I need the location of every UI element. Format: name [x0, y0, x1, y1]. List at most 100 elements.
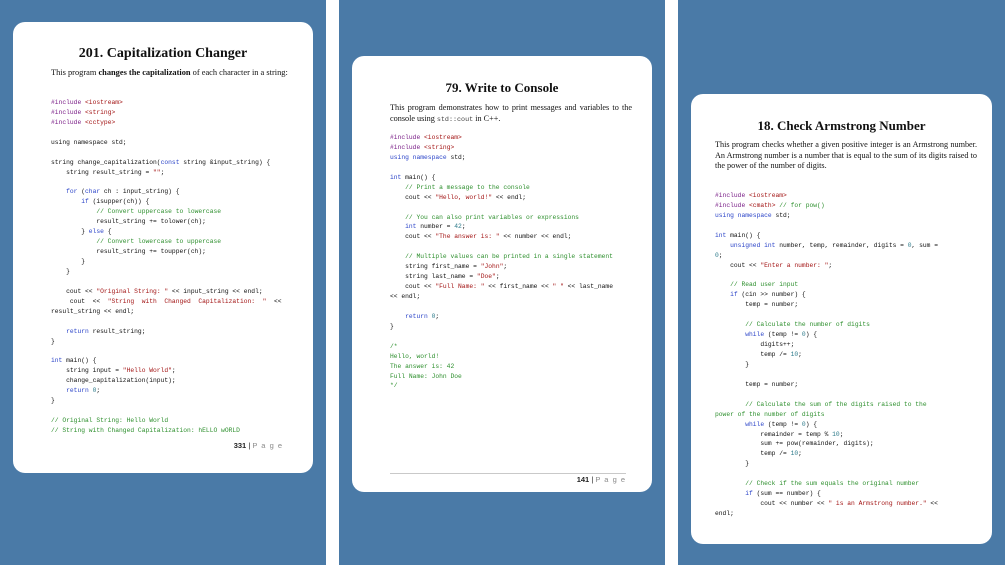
- intro-code: std::cout: [436, 115, 474, 124]
- code-line: // String with Changed Capitalization: h…: [51, 427, 282, 437]
- code-line: // Calculate the sum of the digits raise…: [715, 401, 938, 411]
- page-card-write-console: 79. Write to Console This program demons…: [352, 56, 652, 492]
- code-token: string &input_string) {: [179, 158, 271, 166]
- code-token: temp /=: [715, 351, 791, 358]
- code-line: }: [715, 361, 938, 371]
- code-line: }: [51, 338, 282, 348]
- code-line: }: [390, 323, 613, 333]
- code-line: The answer is: 42: [390, 363, 613, 373]
- code-token: cout <<: [51, 287, 97, 295]
- page-title: 79. Write to Console: [445, 80, 559, 95]
- code-token: <string>: [85, 108, 116, 116]
- code-token: ;: [798, 450, 802, 458]
- code-token: power of the number of digits: [715, 410, 825, 418]
- code-line: change_capitalization(input);: [51, 377, 282, 387]
- code-token: endl;: [715, 510, 734, 517]
- code-line: << endl;: [390, 293, 613, 303]
- code-line: }: [51, 268, 282, 278]
- code-token: }: [51, 337, 55, 345]
- code-token: << last_name: [563, 283, 613, 291]
- code-token: "Hello, world!": [435, 193, 493, 201]
- code-token: }: [51, 258, 86, 265]
- code-token: << endl;: [492, 193, 527, 201]
- code-token: #include: [51, 99, 86, 106]
- code-line: */: [390, 382, 613, 392]
- code-token: ;: [160, 168, 165, 176]
- code-line: cout << "String with Changed Capitalizat…: [51, 298, 282, 308]
- intro-text: This program checks whether a given posi…: [715, 140, 977, 170]
- page-label: P a g e: [252, 441, 283, 450]
- code-token: while: [715, 420, 765, 428]
- code-token: cout <<: [390, 233, 436, 241]
- code-line: endl;: [715, 510, 938, 520]
- code-line: string first_name = "John";: [390, 263, 613, 273]
- code-line: #include <string>: [390, 144, 613, 154]
- code-line: }: [51, 397, 282, 407]
- code-token: int: [51, 357, 63, 365]
- code-token: ;: [96, 387, 101, 395]
- code-line: return result_string;: [51, 328, 282, 338]
- code-token: ) {: [805, 331, 818, 339]
- code-line: // Calculate the number of digits: [715, 321, 938, 331]
- code-token: ;: [171, 367, 176, 375]
- code-token: cout <<: [51, 297, 108, 305]
- code-line: cout << "The answer is: " << number << e…: [390, 233, 613, 243]
- code-line: if (isupper(ch)) {: [51, 198, 282, 208]
- code-line: string input = "Hello World";: [51, 367, 282, 377]
- code-token: ;: [839, 430, 844, 438]
- intro-text-end: of each character in a string:: [190, 68, 288, 77]
- code-token: }: [715, 460, 750, 468]
- code-token: ;: [798, 351, 802, 358]
- code-line: #include <iostream>: [51, 99, 282, 109]
- code-token: number, temp, remainder, digits =: [775, 241, 908, 249]
- code-line: while (temp != 0) {: [715, 331, 938, 341]
- code-token: ;: [435, 312, 440, 320]
- code-token: // Check if the sum equals the original …: [715, 480, 920, 488]
- page-title: 201. Capitalization Changer: [78, 46, 248, 61]
- page-footer: 331 | P a g e: [233, 441, 283, 450]
- code-token: "John": [480, 263, 504, 271]
- code-line: remainder = temp % 10;: [715, 431, 938, 441]
- code-token: << input_string << endl;: [168, 287, 263, 295]
- code-token: cout <<: [715, 261, 761, 269]
- code-token: if: [51, 198, 89, 206]
- code-token: "Doe": [476, 273, 496, 281]
- code-token: "Original String: ": [96, 287, 169, 295]
- code-token: int: [715, 231, 727, 239]
- code-token: "String with Changed Capitalization: ": [107, 297, 267, 305]
- code-line: }: [715, 460, 938, 470]
- code-token: << endl;: [390, 293, 421, 300]
- code-token: char: [85, 188, 101, 196]
- code-token: #include: [51, 118, 86, 126]
- code-token: string first_name =: [390, 263, 481, 271]
- page-card-capitalization: 201. Capitalization Changer This program…: [13, 22, 313, 473]
- code-line: return 0;: [51, 387, 282, 397]
- code-line: int main() {: [51, 357, 282, 367]
- code-token: remainder = temp %: [715, 430, 833, 438]
- code-token: string change_capitalization(: [51, 158, 161, 166]
- code-token: // String with Changed Capitalization: h…: [51, 426, 240, 434]
- code-token: #include: [715, 192, 750, 199]
- code-token: // Calculate the number of digits: [715, 321, 870, 329]
- intro-text: This program demonstrates how to print m…: [390, 103, 632, 123]
- code-token: 10: [790, 450, 799, 458]
- code-token: <<: [266, 297, 282, 305]
- code-token: result_string;: [88, 327, 146, 335]
- code-token: }: [51, 397, 55, 405]
- code-token: 10: [790, 351, 799, 358]
- code-token: 10: [832, 430, 840, 438]
- code-line: // Check if the sum equals the original …: [715, 480, 938, 490]
- code-line: int main() {: [715, 232, 938, 242]
- code-token: string result_string =: [51, 168, 154, 176]
- code-token: }: [51, 228, 89, 236]
- code-token: // Original String: Hello World: [51, 417, 169, 424]
- code-token: // You can also print variables or expre…: [390, 213, 579, 221]
